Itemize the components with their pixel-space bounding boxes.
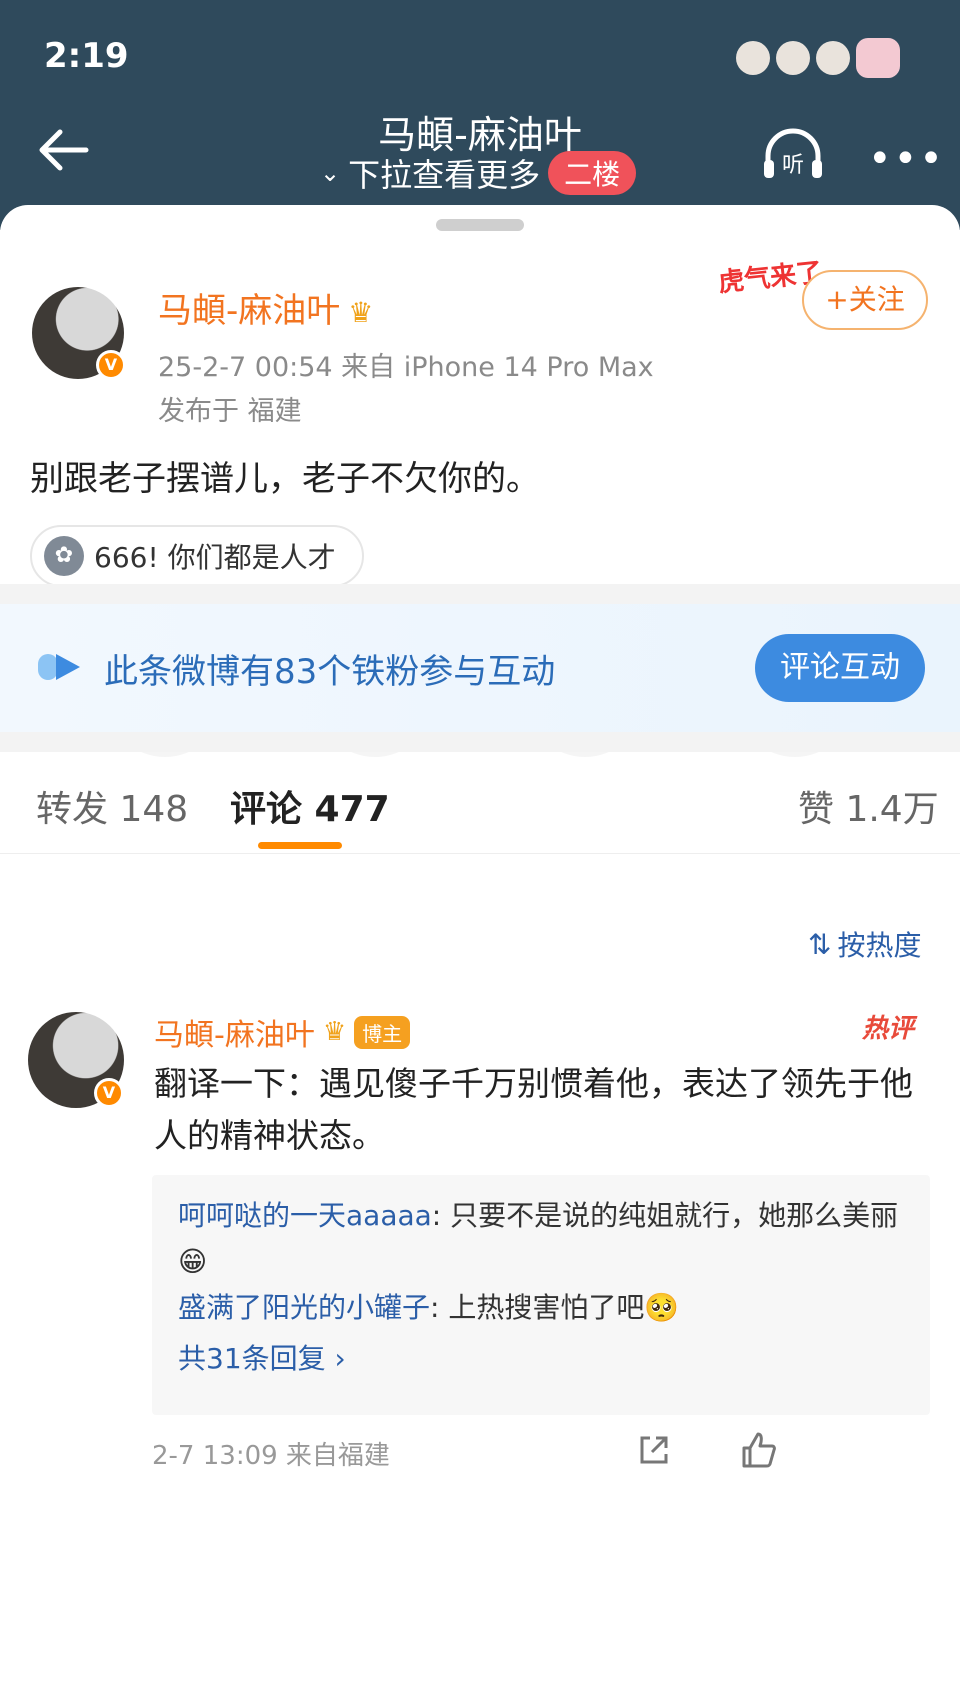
reply-text: : 上热搜害怕了吧🥺 [430, 1291, 680, 1324]
listen-button[interactable]: 听 [760, 126, 826, 182]
verified-icon: V [94, 1078, 124, 1108]
reaction-chip[interactable]: ✿ 666! 你们都是人才 [30, 525, 364, 587]
cake-icon [856, 38, 900, 78]
chip-label: 666! 你们都是人才 [94, 541, 336, 574]
reply-author[interactable]: 盛满了阳光的小罐子 [178, 1291, 430, 1324]
post-meta: 25-2-7 00:54 来自 iPhone 14 Pro Max [158, 352, 654, 383]
pull-down-label: 下拉查看更多 [348, 156, 541, 194]
reply-author[interactable]: 呵呵哒的一天aaaaa [178, 1199, 432, 1232]
op-badge: 博主 [354, 1015, 411, 1049]
hot-comment-badge: 热评 [862, 1014, 915, 1044]
post-tabs: 转发 148 评论 477 赞 1.4万 [0, 752, 960, 854]
comment-author[interactable]: 马頔-麻油叶 ♛ 博主 [154, 1010, 411, 1054]
reply-preview[interactable]: 呵呵哒的一天aaaaa: 只要不是说的纯姐就行，她那么美丽😁 盛满了阳光的小罐子… [152, 1175, 930, 1415]
drag-handle[interactable] [436, 219, 524, 231]
status-time: 2:19 [44, 36, 129, 76]
post-author[interactable]: 马頔-麻油叶 ♛ [158, 283, 373, 332]
floor-badge: 二楼 [548, 151, 637, 195]
sticker-icon [816, 41, 850, 75]
fans-icon [38, 654, 80, 680]
sticker-icon [736, 41, 770, 75]
share-icon[interactable] [636, 1432, 672, 1468]
active-tab-indicator [258, 842, 342, 849]
reply-item[interactable]: 呵呵哒的一天aaaaa: 只要不是说的纯姐就行，她那么美丽😁 [178, 1193, 904, 1285]
tab-repost[interactable]: 转发 148 [36, 780, 188, 832]
status-icons [736, 38, 900, 78]
follow-button[interactable]: +关注 [802, 270, 928, 330]
listen-label: 听 [782, 153, 804, 178]
crown-icon: ♛ [348, 296, 374, 329]
chevron-down-icon: ⌄ [320, 159, 341, 187]
comment-interact-button[interactable]: 评论互动 [755, 634, 925, 702]
flower-icon: ✿ [44, 536, 84, 576]
comment-footer: 2-7 13:09 来自福建 [152, 1441, 390, 1471]
fans-interaction-bar[interactable]: 此条微博有83个铁粉参与互动 评论互动 [0, 604, 960, 732]
fans-text: 此条微博有83个铁粉参与互动 [104, 652, 556, 692]
reply-item[interactable]: 盛满了阳光的小罐子: 上热搜害怕了吧🥺 [178, 1285, 904, 1331]
divider [0, 584, 960, 604]
headphones-icon: 听 [764, 128, 822, 178]
verified-icon: V [96, 350, 126, 380]
post-location: 发布于 福建 [158, 396, 302, 427]
sort-label: 按热度 [837, 929, 922, 962]
post-text: 别跟老子摆谱儿，老子不欠你的。 [30, 459, 540, 499]
comment-author-name: 马頔-麻油叶 [154, 1018, 315, 1053]
more-replies-link[interactable]: 共31条回复 › [178, 1337, 904, 1377]
sticker-icon [776, 41, 810, 75]
sort-button[interactable]: ⇅ 按热度 [808, 924, 921, 964]
tab-comments[interactable]: 评论 477 [230, 780, 390, 832]
tab-likes[interactable]: 赞 1.4万 [798, 780, 939, 832]
crown-icon: ♛ [322, 1017, 347, 1047]
comment-text: 翻译一下：遇见傻子千万别惯着他，表达了领先于他人的精神状态。 [154, 1064, 913, 1155]
pull-down-hint[interactable]: ⌄ 下拉查看更多 二楼 [320, 150, 637, 196]
top-bar: 2:19 马頔-麻油叶 ⌄ 下拉查看更多 二楼 听 ••• [0, 0, 960, 230]
post-author-name: 马頔-麻油叶 [158, 291, 341, 331]
sort-icon: ⇅ [808, 927, 832, 961]
like-icon[interactable] [738, 1430, 778, 1470]
divider [0, 732, 960, 752]
more-button[interactable]: ••• [868, 136, 945, 182]
